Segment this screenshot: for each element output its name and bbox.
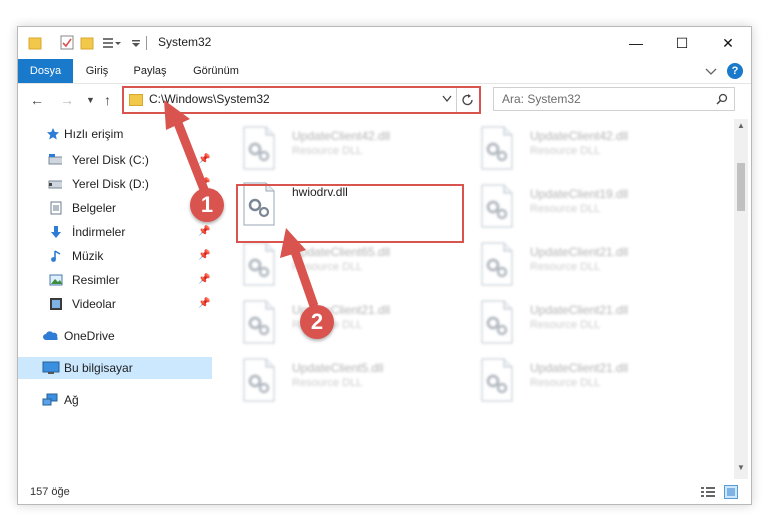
annotation-arrows [164, 100, 319, 308]
arrow-2 [288, 244, 319, 308]
arrow-1 [171, 116, 210, 194]
step-badge-2: 2 [300, 305, 334, 339]
arrow-2-head [280, 228, 306, 258]
step-badge-1: 1 [190, 188, 224, 222]
